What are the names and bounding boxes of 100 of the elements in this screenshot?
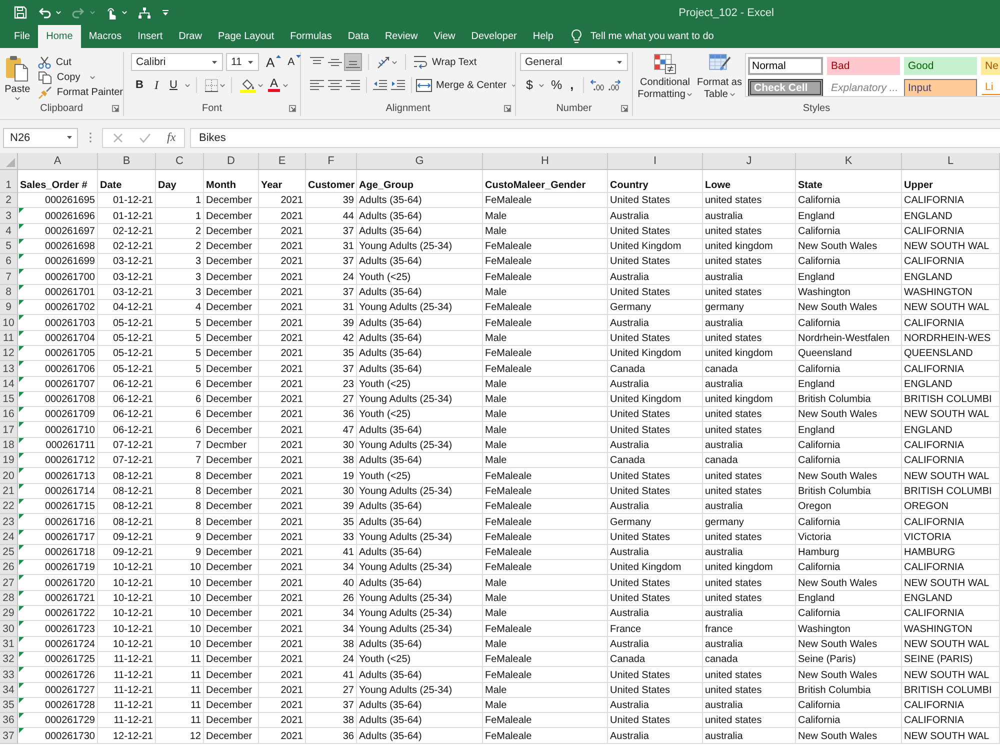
column-header[interactable]: B — [98, 153, 156, 170]
underline-button[interactable]: U — [165, 76, 182, 94]
row-header[interactable]: 20 — [0, 468, 18, 484]
ribbon-tab[interactable]: Data — [340, 25, 377, 48]
grow-font-button[interactable]: A — [266, 53, 281, 71]
percent-button[interactable]: % — [548, 76, 566, 94]
ribbon-tab[interactable]: Home — [38, 25, 81, 48]
ribbon-tab[interactable]: Page Layout — [210, 25, 282, 48]
row-header[interactable]: 30 — [0, 621, 18, 637]
cut-button[interactable]: Cut — [38, 55, 123, 69]
ribbon-tab[interactable]: Insert — [130, 25, 171, 48]
hierarchy-icon[interactable] — [138, 6, 151, 18]
caret-icon[interactable] — [538, 84, 544, 86]
row-header[interactable]: 35 — [0, 698, 18, 714]
column-header[interactable]: I — [608, 153, 703, 170]
font-name-field[interactable]: Calibri — [131, 53, 223, 71]
format-painter-button[interactable]: Format Painter — [38, 85, 123, 99]
row-header[interactable]: 16 — [0, 407, 18, 422]
column-header[interactable]: H — [483, 153, 608, 170]
currency-button[interactable]: $ — [523, 76, 536, 94]
row-header[interactable]: 5 — [0, 238, 18, 254]
align-bottom-button[interactable] — [344, 53, 362, 71]
row-header[interactable]: 3 — [0, 208, 18, 224]
undo-icon[interactable] — [38, 6, 51, 18]
decrease-decimal-icon[interactable] — [608, 79, 622, 91]
wrap-text-button[interactable]: Wrap Text — [414, 53, 477, 71]
row-header[interactable]: 28 — [0, 590, 18, 606]
caret-icon[interactable] — [730, 92, 735, 96]
column-header[interactable]: F — [306, 153, 357, 170]
caret-icon[interactable] — [283, 84, 288, 86]
merge-center-button[interactable]: Merge & Center — [416, 76, 507, 94]
caret-icon[interactable] — [248, 60, 253, 64]
decrease-indent-icon[interactable] — [373, 80, 387, 90]
column-header[interactable]: L — [902, 153, 1000, 170]
ribbon-tab[interactable]: Macros — [80, 25, 130, 48]
conditional-formatting-button[interactable]: Conditional Formatting — [636, 52, 694, 101]
ribbon-tab[interactable]: Developer — [463, 25, 525, 48]
row-header[interactable]: 22 — [0, 498, 18, 514]
row-header[interactable]: 19 — [0, 453, 18, 468]
row-header[interactable]: 24 — [0, 530, 18, 545]
row-header[interactable]: 36 — [0, 713, 18, 728]
row-header[interactable]: 27 — [0, 575, 18, 591]
caret-icon[interactable] — [392, 60, 397, 64]
column-header[interactable]: D — [204, 153, 259, 170]
ribbon-tab[interactable]: File — [6, 25, 38, 48]
font-size-field[interactable]: 11 — [226, 53, 259, 71]
dialog-launcher-icon[interactable] — [621, 105, 628, 112]
insert-function-button[interactable]: fx — [167, 130, 176, 145]
increase-indent-icon[interactable] — [391, 80, 405, 90]
cell-style-option[interactable]: Good — [904, 57, 977, 75]
caret-icon[interactable] — [258, 84, 263, 86]
caret-icon[interactable] — [90, 76, 96, 78]
name-box[interactable]: N26 — [3, 128, 78, 148]
ribbon-tab[interactable]: Help — [524, 25, 562, 48]
row-header[interactable]: 10 — [0, 315, 18, 331]
row-header[interactable]: 23 — [0, 514, 18, 530]
row-header[interactable]: 34 — [0, 682, 18, 698]
ribbon-tab[interactable]: View — [426, 25, 464, 48]
row-header[interactable]: 12 — [0, 346, 18, 362]
column-header[interactable]: C — [156, 153, 204, 170]
cell-style-option[interactable]: Ne — [981, 57, 1000, 75]
row-header[interactable]: 4 — [0, 224, 18, 239]
row-header[interactable]: 8 — [0, 284, 18, 300]
column-header[interactable]: K — [796, 153, 902, 170]
cell-style-option[interactable]: Input — [904, 79, 977, 96]
font-color-button[interactable]: A — [268, 78, 280, 92]
tell-me-field[interactable]: Tell me what you want to do — [590, 31, 730, 42]
row-header[interactable]: 1 — [0, 170, 18, 193]
column-header[interactable]: A — [18, 153, 98, 170]
row-header[interactable]: 37 — [0, 728, 18, 744]
number-format-field[interactable]: General — [520, 53, 628, 71]
comma-button[interactable]: , — [565, 76, 579, 94]
row-header[interactable]: 33 — [0, 667, 18, 682]
ribbon-tab[interactable]: Formulas — [282, 25, 340, 48]
column-header[interactable]: G — [357, 153, 483, 170]
copy-button[interactable]: Copy — [38, 69, 80, 85]
row-header[interactable]: 14 — [0, 376, 18, 392]
row-header[interactable]: 13 — [0, 361, 18, 377]
paste-button[interactable]: Paste — [3, 52, 32, 101]
caret-icon[interactable] — [512, 84, 515, 86]
italic-button[interactable]: I — [148, 76, 165, 94]
increase-decimal-icon[interactable] — [590, 79, 604, 91]
save-icon[interactable] — [14, 6, 27, 19]
row-header[interactable]: 2 — [0, 193, 18, 208]
cell-style-option[interactable]: Normal — [748, 57, 823, 75]
row-header[interactable]: 7 — [0, 269, 18, 285]
caret-icon[interactable] — [185, 84, 190, 86]
row-header[interactable]: 31 — [0, 636, 18, 652]
caret-icon[interactable] — [687, 92, 692, 96]
row-header[interactable]: 26 — [0, 560, 18, 576]
paint-bucket-icon[interactable] — [240, 78, 256, 92]
shrink-font-button[interactable]: A — [288, 53, 301, 71]
row-header[interactable]: 29 — [0, 606, 18, 622]
diagonal-arrow-icon[interactable] — [377, 56, 390, 68]
hand-icon[interactable] — [106, 6, 117, 20]
bold-button[interactable]: B — [131, 76, 148, 94]
caret-icon[interactable] — [220, 84, 225, 86]
format-as-table-button[interactable]: Format as Table — [696, 52, 743, 101]
check-icon[interactable] — [139, 132, 151, 142]
column-header[interactable]: E — [259, 153, 306, 170]
